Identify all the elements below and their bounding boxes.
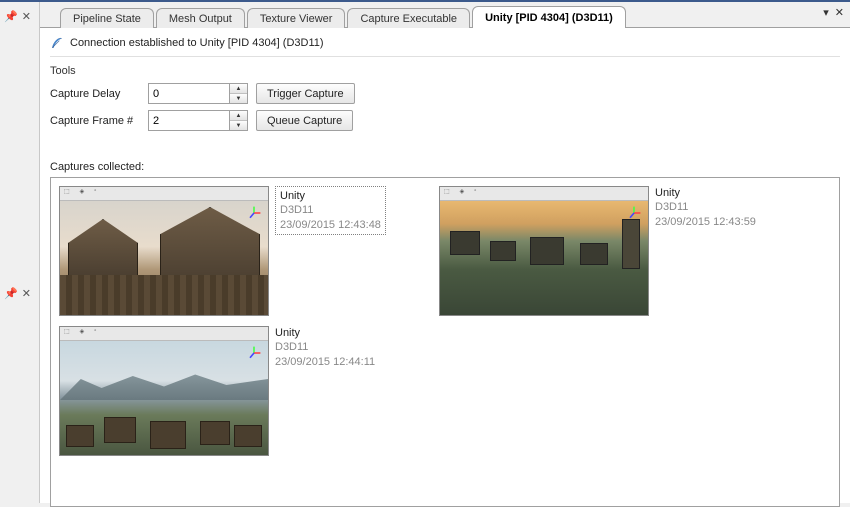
thumb-toolbar: ⬚◈▫ [440, 187, 648, 201]
pin-icon[interactable]: 📌 [4, 12, 18, 23]
gizmo-icon [246, 345, 262, 361]
queue-capture-button[interactable]: Queue Capture [256, 110, 353, 131]
tab-capture-executable[interactable]: Capture Executable [347, 8, 470, 28]
capture-delay-row: Capture Delay ▲ ▼ Trigger Capture [50, 83, 840, 104]
capture-name: Unity [275, 326, 375, 340]
gizmo-icon [626, 205, 642, 221]
tab-pipeline-state[interactable]: Pipeline State [60, 8, 154, 28]
capture-item[interactable]: ⬚◈▫ Unity D3D11 23/09/2015 12:43:48 [59, 186, 399, 316]
tab-mesh-output[interactable]: Mesh Output [156, 8, 245, 28]
pin-icon[interactable]: 📌 [4, 289, 18, 300]
thumb-toolbar: ⬚◈▫ [60, 187, 268, 201]
dock-panel-controls-1: 📌 ✕ [0, 2, 39, 23]
capture-frame-row: Capture Frame # ▲ ▼ Queue Capture [50, 110, 840, 131]
connection-status-row: Connection established to Unity [PID 430… [50, 34, 840, 57]
spin-down-icon[interactable]: ▼ [230, 121, 247, 130]
capture-delay-spinbox[interactable]: ▲ ▼ [148, 83, 248, 104]
trigger-capture-button[interactable]: Trigger Capture [256, 83, 355, 104]
capture-thumbnail: ⬚◈▫ [59, 326, 269, 456]
captures-heading: Captures collected: [50, 161, 840, 173]
feather-icon [50, 36, 64, 50]
tab-pane-actions: ▾ ✕ [823, 6, 844, 19]
capture-meta: Unity D3D11 23/09/2015 12:44:11 [275, 326, 375, 369]
capture-item[interactable]: ⬚◈▫ Unity D3D11 23/09/2015 12:44:11 [59, 326, 399, 456]
capture-name: Unity [655, 186, 756, 200]
connection-status-text: Connection established to Unity [PID 430… [70, 37, 324, 49]
spin-down-icon[interactable]: ▼ [230, 94, 247, 103]
capture-frame-label: Capture Frame # [50, 115, 140, 127]
capture-api: D3D11 [655, 200, 756, 214]
close-icon[interactable]: ✕ [22, 289, 31, 300]
capture-meta: Unity D3D11 23/09/2015 12:43:48 [275, 186, 386, 235]
tools-heading: Tools [50, 65, 840, 77]
capture-thumbnail: ⬚◈▫ [439, 186, 649, 316]
tab-unity-connection[interactable]: Unity [PID 4304] (D3D11) [472, 6, 626, 28]
gizmo-icon [246, 205, 262, 221]
capture-time: 23/09/2015 12:43:48 [280, 218, 381, 232]
tab-body: Connection established to Unity [PID 430… [40, 28, 850, 503]
capture-api: D3D11 [275, 340, 375, 354]
captures-list[interactable]: ⬚◈▫ Unity D3D11 23/09/2015 12:43:48 [50, 177, 840, 507]
capture-frame-spinbox[interactable]: ▲ ▼ [148, 110, 248, 131]
capture-api: D3D11 [280, 203, 381, 217]
capture-time: 23/09/2015 12:44:11 [275, 355, 375, 369]
docked-panel-gutter: 📌 ✕ 📌 ✕ [0, 2, 40, 503]
tab-texture-viewer[interactable]: Texture Viewer [247, 8, 346, 28]
capture-delay-label: Capture Delay [50, 88, 140, 100]
tab-dropdown-icon[interactable]: ▾ [823, 6, 829, 19]
main-area: Pipeline State Mesh Output Texture Viewe… [40, 2, 850, 503]
spin-up-icon[interactable]: ▲ [230, 84, 247, 94]
tab-strip: Pipeline State Mesh Output Texture Viewe… [40, 2, 850, 28]
capture-time: 23/09/2015 12:43:59 [655, 215, 756, 229]
capture-name: Unity [280, 189, 381, 203]
capture-thumbnail: ⬚◈▫ [59, 186, 269, 316]
dock-panel-controls-2: 📌 ✕ [0, 279, 39, 300]
close-icon[interactable]: ✕ [22, 12, 31, 23]
capture-delay-input[interactable] [149, 84, 229, 103]
capture-frame-input[interactable] [149, 111, 229, 130]
capture-meta: Unity D3D11 23/09/2015 12:43:59 [655, 186, 756, 229]
spin-up-icon[interactable]: ▲ [230, 111, 247, 121]
thumb-toolbar: ⬚◈▫ [60, 327, 268, 341]
capture-item[interactable]: ⬚◈▫ Unity D3D11 23/09/2015 12:43:59 [439, 186, 779, 316]
tab-close-icon[interactable]: ✕ [835, 6, 844, 19]
